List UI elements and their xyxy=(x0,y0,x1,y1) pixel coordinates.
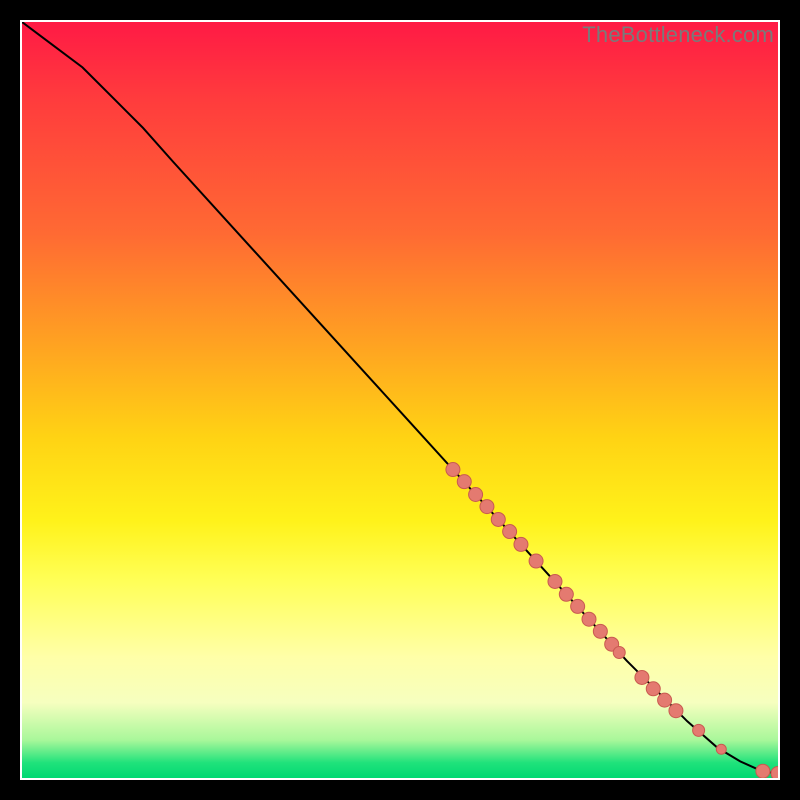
data-point xyxy=(693,724,705,736)
data-point xyxy=(469,488,483,502)
data-point xyxy=(548,574,562,588)
data-point xyxy=(771,766,778,778)
data-point xyxy=(613,647,625,659)
chart-svg-layer xyxy=(22,22,778,778)
data-point xyxy=(716,744,726,754)
data-point xyxy=(669,704,683,718)
data-points-group xyxy=(446,463,778,778)
data-point xyxy=(514,537,528,551)
data-point xyxy=(491,512,505,526)
data-point xyxy=(446,463,460,477)
data-point xyxy=(593,624,607,638)
data-point xyxy=(582,612,596,626)
bottleneck-curve xyxy=(22,22,778,773)
data-point xyxy=(658,693,672,707)
data-point xyxy=(756,764,770,778)
data-point xyxy=(480,500,494,514)
data-point xyxy=(559,587,573,601)
chart-frame: TheBottleneck.com xyxy=(20,20,780,780)
data-point xyxy=(571,599,585,613)
data-point xyxy=(457,475,471,489)
chart-plot-area: TheBottleneck.com xyxy=(22,22,778,778)
data-point xyxy=(646,682,660,696)
data-point xyxy=(635,670,649,684)
data-point xyxy=(529,554,543,568)
data-point xyxy=(503,525,517,539)
